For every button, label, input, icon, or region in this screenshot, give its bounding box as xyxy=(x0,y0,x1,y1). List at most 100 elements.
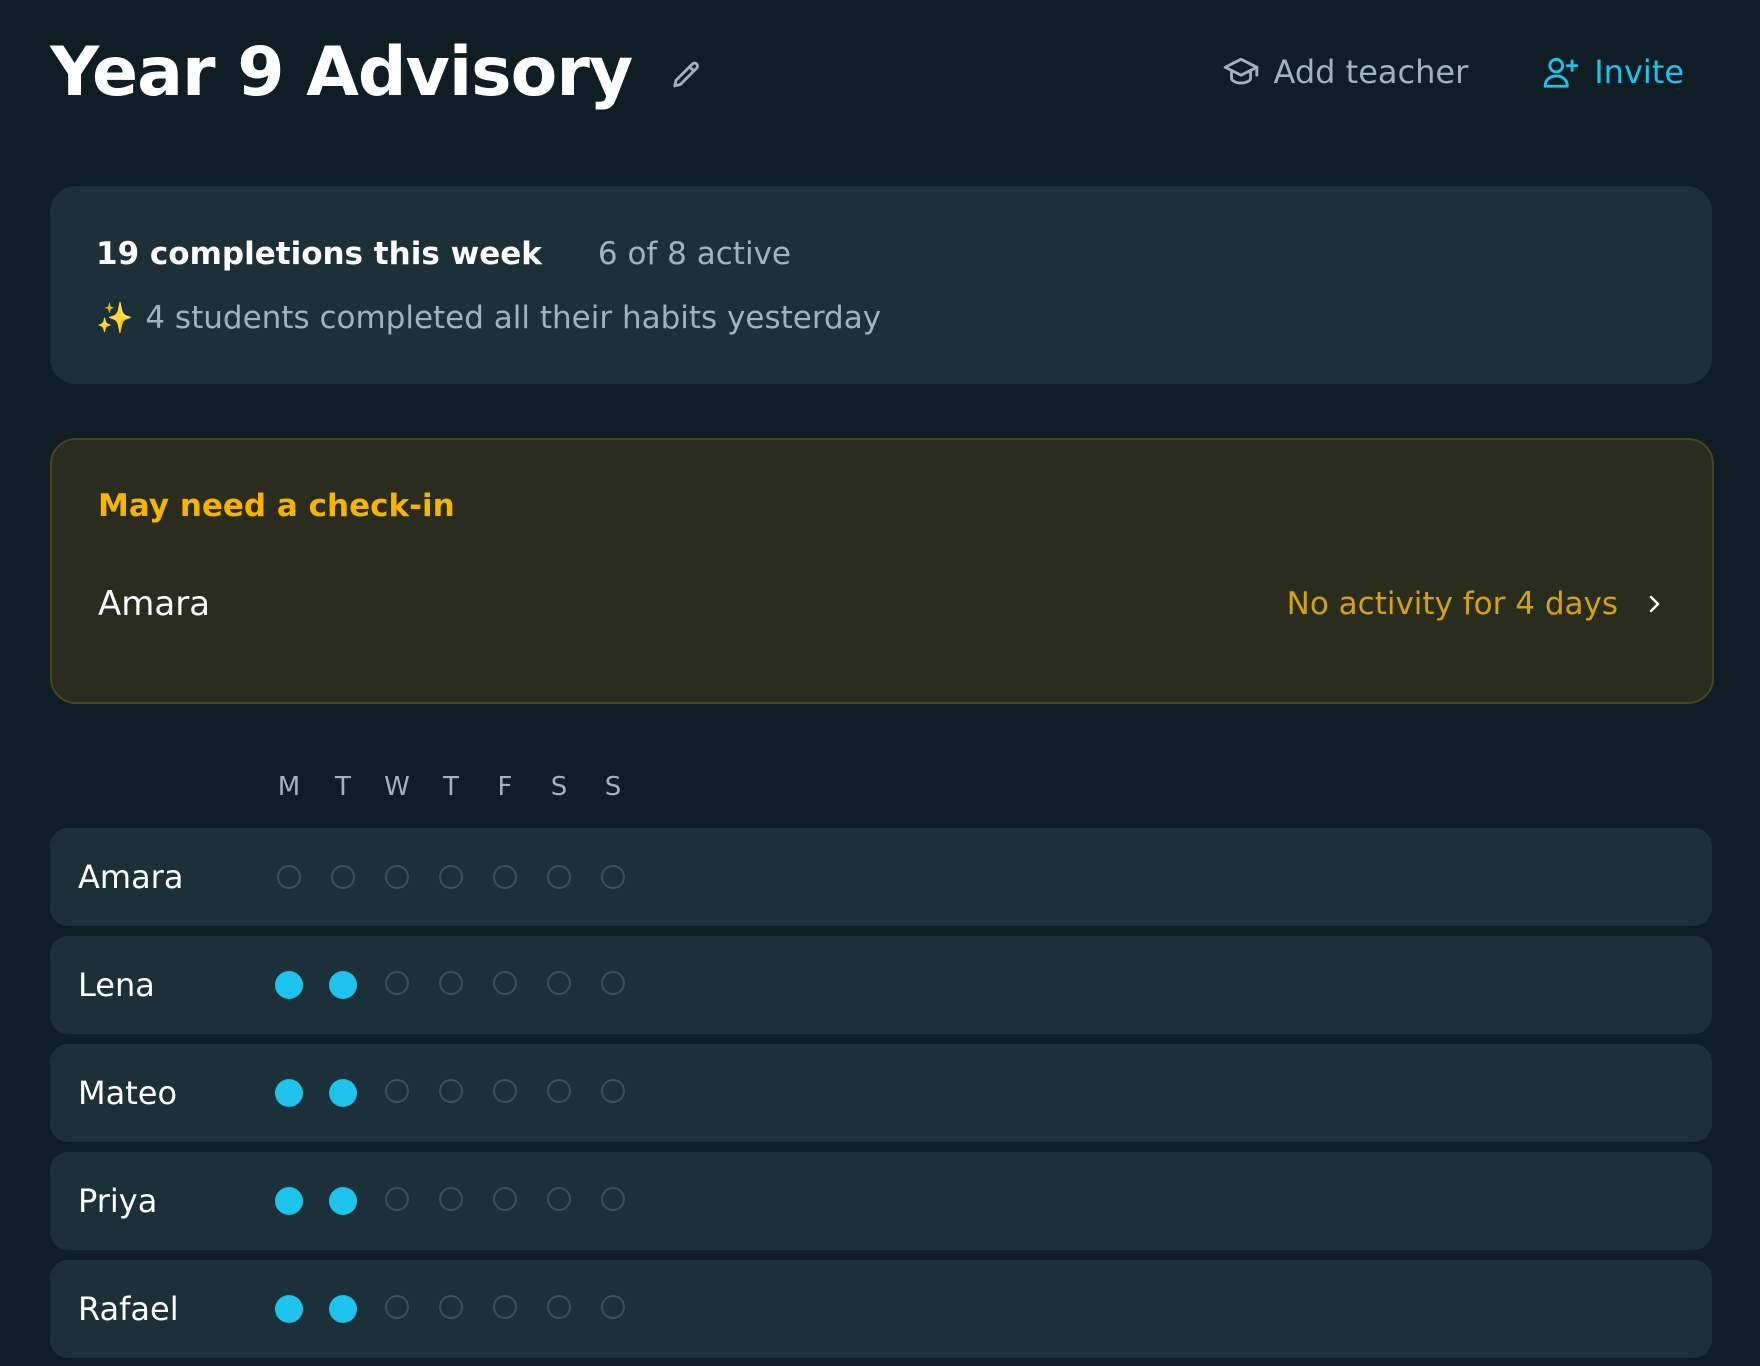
empty-day-dot[interactable] xyxy=(385,1079,409,1103)
empty-day-dot[interactable] xyxy=(601,1187,625,1211)
student-row[interactable]: Amara xyxy=(50,828,1712,926)
empty-day-dot[interactable] xyxy=(493,1295,517,1319)
invite-label: Invite xyxy=(1594,53,1684,91)
empty-day-dot[interactable] xyxy=(439,1295,463,1319)
empty-day-dot[interactable] xyxy=(601,865,625,889)
day-cell xyxy=(532,1079,586,1107)
day-cell xyxy=(478,1187,532,1215)
pencil-icon xyxy=(673,61,700,88)
empty-day-dot[interactable] xyxy=(385,865,409,889)
student-row[interactable]: Rafael xyxy=(50,1260,1712,1358)
day-cell xyxy=(262,971,316,999)
alert-student-name: Amara xyxy=(98,584,211,624)
empty-day-dot[interactable] xyxy=(547,1187,571,1211)
day-cell xyxy=(262,1079,316,1107)
empty-day-dot[interactable] xyxy=(601,971,625,995)
empty-day-dot[interactable] xyxy=(439,971,463,995)
empty-day-dot[interactable] xyxy=(547,1295,571,1319)
completed-day-dot[interactable] xyxy=(329,971,357,999)
day-cell xyxy=(262,1295,316,1323)
empty-day-dot[interactable] xyxy=(439,865,463,889)
student-name: Amara xyxy=(78,858,184,896)
day-cell xyxy=(316,971,370,999)
day-cell xyxy=(586,1295,640,1323)
habit-dots xyxy=(262,865,640,889)
active-count: 6 of 8 active xyxy=(597,236,791,272)
day-cell xyxy=(262,865,316,889)
empty-day-dot[interactable] xyxy=(439,1079,463,1103)
student-row[interactable]: Lena xyxy=(50,936,1712,1034)
student-name: Mateo xyxy=(78,1074,178,1112)
student-name: Priya xyxy=(78,1182,158,1220)
add-teacher-button[interactable]: Add teacher xyxy=(1222,53,1469,91)
habit-dots xyxy=(262,1079,640,1107)
empty-day-dot[interactable] xyxy=(493,971,517,995)
completed-day-dot[interactable] xyxy=(275,1187,303,1215)
empty-day-dot[interactable] xyxy=(601,1295,625,1319)
add-teacher-label: Add teacher xyxy=(1273,53,1469,91)
day-cell xyxy=(370,1079,424,1107)
edit-title-button[interactable] xyxy=(666,56,706,96)
empty-day-dot[interactable] xyxy=(547,865,571,889)
completed-day-dot[interactable] xyxy=(275,1079,303,1107)
weekday-label: S xyxy=(550,772,568,802)
empty-day-dot[interactable] xyxy=(493,865,517,889)
day-cell xyxy=(262,1187,316,1215)
empty-day-dot[interactable] xyxy=(277,865,301,889)
header-actions: Add teacher Invite xyxy=(1222,53,1710,91)
day-cell xyxy=(424,1187,478,1215)
day-cell xyxy=(316,1187,370,1215)
weekday-label: T xyxy=(443,772,459,802)
summary-highlight: ✨ 4 students completed all their habits … xyxy=(96,300,881,336)
day-cell xyxy=(532,1295,586,1323)
alert-status: No activity for 4 days xyxy=(1287,586,1666,622)
empty-day-dot[interactable] xyxy=(331,865,355,889)
sparkles-icon: ✨ xyxy=(96,300,134,336)
student-row[interactable]: Priya xyxy=(50,1152,1712,1250)
invite-button[interactable]: Invite xyxy=(1542,53,1684,91)
weekday-label: W xyxy=(384,772,410,802)
day-cell xyxy=(316,1079,370,1107)
alert-student-row[interactable]: Amara No activity for 4 days xyxy=(98,576,1666,632)
day-cell xyxy=(586,1187,640,1215)
empty-day-dot[interactable] xyxy=(385,971,409,995)
completed-day-dot[interactable] xyxy=(329,1187,357,1215)
empty-day-dot[interactable] xyxy=(493,1079,517,1103)
empty-day-dot[interactable] xyxy=(385,1187,409,1211)
empty-day-dot[interactable] xyxy=(385,1295,409,1319)
day-cell xyxy=(424,1295,478,1323)
advisory-page: Year 9 Advisory Add teacher Invite 19 co… xyxy=(0,0,1760,1366)
chevron-right-icon xyxy=(1649,595,1660,613)
completed-day-dot[interactable] xyxy=(329,1079,357,1107)
user-plus-icon xyxy=(1543,57,1579,88)
day-cell xyxy=(532,971,586,999)
student-row[interactable]: Mateo xyxy=(50,1044,1712,1142)
empty-day-dot[interactable] xyxy=(439,1187,463,1211)
student-name: Lena xyxy=(78,966,155,1004)
day-cell xyxy=(316,865,370,889)
habit-dots xyxy=(262,1187,640,1215)
day-cell xyxy=(532,1187,586,1215)
day-cell xyxy=(478,865,532,889)
day-cell xyxy=(370,1187,424,1215)
empty-day-dot[interactable] xyxy=(493,1187,517,1211)
empty-day-dot[interactable] xyxy=(547,1079,571,1103)
highlight-text: 4 students completed all their habits ye… xyxy=(145,300,882,336)
day-cell xyxy=(424,1079,478,1107)
day-cell xyxy=(370,971,424,999)
completed-day-dot[interactable] xyxy=(329,1295,357,1323)
day-cell xyxy=(370,1295,424,1323)
empty-day-dot[interactable] xyxy=(601,1079,625,1103)
weekday-label: F xyxy=(497,772,513,802)
summary-stats: 19 completions this week 6 of 8 active xyxy=(96,236,791,272)
alert-title: May need a check-in xyxy=(98,488,455,524)
day-cell xyxy=(586,1079,640,1107)
completed-day-dot[interactable] xyxy=(275,971,303,999)
empty-day-dot[interactable] xyxy=(547,971,571,995)
day-cell xyxy=(424,865,478,889)
completed-day-dot[interactable] xyxy=(275,1295,303,1323)
weekday-label: M xyxy=(277,772,301,802)
day-cell xyxy=(478,1295,532,1323)
weekday-header: MTWTFSS xyxy=(262,772,640,802)
day-cell xyxy=(478,1079,532,1107)
